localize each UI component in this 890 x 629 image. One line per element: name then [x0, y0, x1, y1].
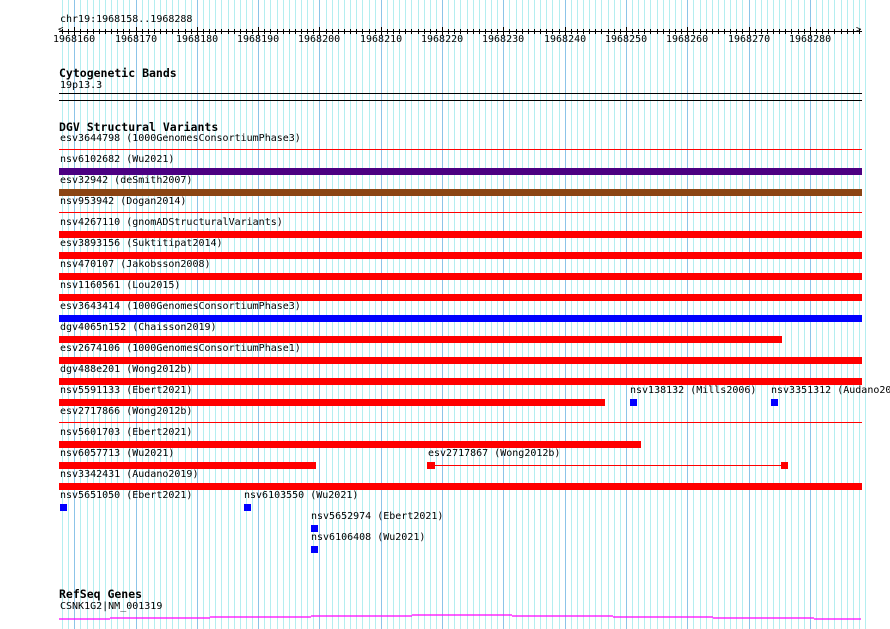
genome-browser-view: chr19:1968158..1968288 < >1968160 1968170 1… — [0, 0, 890, 629]
refseq-gene-model[interactable] — [0, 0, 890, 629]
